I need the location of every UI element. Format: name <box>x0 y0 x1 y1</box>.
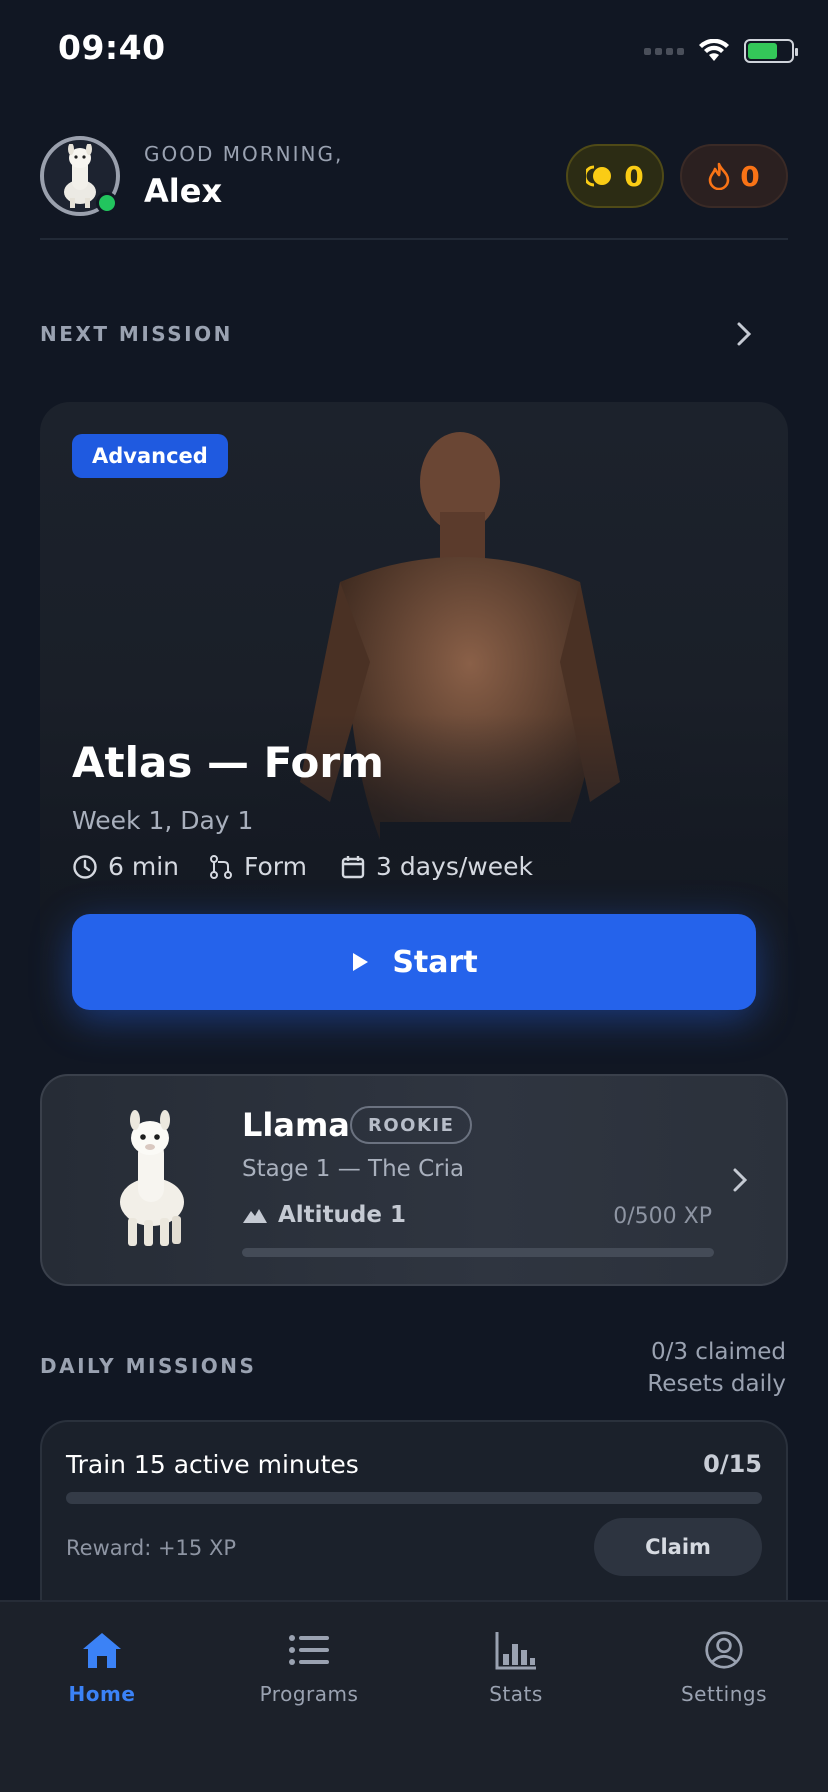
tab-home-label: Home <box>68 1682 136 1706</box>
daily-missions-label: DAILY MISSIONS <box>40 1354 257 1378</box>
daily-mission-reward: Reward: +15 XP <box>66 1536 236 1560</box>
daily-mission-progress-bar <box>66 1492 762 1504</box>
battery-icon <box>744 39 798 63</box>
flame-icon <box>708 162 730 190</box>
tab-home[interactable]: Home <box>12 1630 192 1706</box>
user-name: Alex <box>144 172 223 210</box>
calendar-icon <box>341 855 365 878</box>
reset-note: Resets daily <box>647 1371 786 1397</box>
coins-count: 0 <box>624 159 644 193</box>
claim-button[interactable]: Claim <box>594 1518 762 1576</box>
altitude-text: Altitude 1 <box>278 1202 407 1228</box>
status-time: 09:40 <box>58 28 166 67</box>
wifi-icon <box>699 39 729 61</box>
duration-meta: 6 min <box>72 852 179 881</box>
coins-badge[interactable]: 0 <box>566 144 664 208</box>
claimed-count: 0/3 claimed <box>650 1339 786 1365</box>
header-divider <box>40 238 788 240</box>
tab-stats-label: Stats <box>489 1682 543 1706</box>
rank-badge: ROOKIE <box>350 1106 473 1144</box>
greeting-text: GOOD MORNING, <box>144 142 344 166</box>
chevron-right-icon[interactable] <box>734 320 754 348</box>
level-badge: Advanced <box>72 434 228 478</box>
status-icons <box>644 36 798 66</box>
tab-settings[interactable]: Settings <box>634 1630 814 1706</box>
cellular-signal-icon <box>644 47 684 55</box>
stats-icon <box>495 1632 536 1670</box>
tab-stats[interactable]: Stats <box>426 1630 606 1706</box>
online-status-dot <box>96 192 118 214</box>
streak-badge[interactable]: 0 <box>680 144 788 208</box>
frequency-text: 3 days/week <box>376 852 533 881</box>
daily-missions-status: 0/3 claimed Resets daily <box>647 1336 786 1400</box>
athlete-image <box>280 402 680 922</box>
route-icon <box>210 854 232 879</box>
home-icon <box>83 1633 121 1668</box>
focus-meta: Form <box>208 852 307 881</box>
coin-icon <box>586 165 612 187</box>
tab-settings-label: Settings <box>680 1682 768 1706</box>
streak-count: 0 <box>740 159 760 193</box>
play-icon <box>353 953 369 971</box>
llama-icon <box>120 1110 184 1246</box>
xp-progress-bar <box>242 1248 714 1257</box>
clock-icon <box>73 854 97 879</box>
altitude-row: Altitude 1 <box>242 1202 406 1228</box>
next-mission-label: NEXT MISSION <box>40 322 233 346</box>
mountain-icon <box>243 1209 267 1223</box>
mission-title: Atlas — Form <box>72 738 384 787</box>
start-label: Start <box>392 944 478 980</box>
xp-text: 0/500 XP <box>613 1204 712 1229</box>
companion-name: Llama <box>242 1106 350 1144</box>
start-button[interactable]: Start <box>72 914 756 1010</box>
tab-programs-label: Programs <box>259 1682 359 1706</box>
duration-text: 6 min <box>108 852 179 881</box>
mission-subtitle: Week 1, Day 1 <box>72 806 254 835</box>
daily-mission-task: Train 15 active minutes <box>66 1450 359 1479</box>
daily-mission-progress: 0/15 <box>703 1450 762 1478</box>
tab-programs[interactable]: Programs <box>219 1630 399 1706</box>
user-circle-icon <box>705 1631 743 1669</box>
list-icon <box>289 1635 329 1665</box>
companion-stage: Stage 1 — The Cria <box>242 1156 465 1182</box>
focus-text: Form <box>244 852 307 881</box>
chevron-right-icon <box>733 1168 748 1192</box>
frequency-meta: 3 days/week <box>340 852 533 881</box>
